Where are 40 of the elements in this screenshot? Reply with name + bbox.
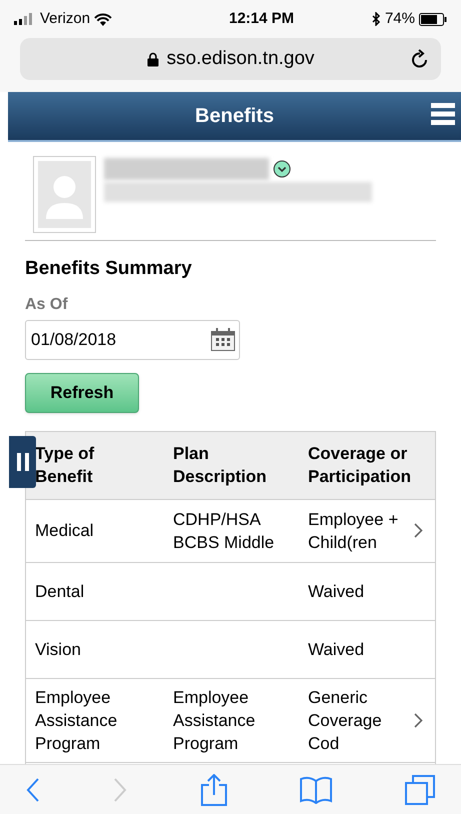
dropdown-icon[interactable]	[273, 160, 291, 178]
table-cell-text: Waived	[308, 638, 364, 660]
field-label: As Of	[25, 294, 68, 314]
url-text: sso.edison.tn.gov	[166, 46, 314, 71]
table-cell-text: CDHP/HSA BCBS Middle	[172, 508, 276, 554]
table-cell-text: Medical	[34, 520, 95, 542]
back-icon[interactable]	[26, 778, 40, 802]
table-row[interactable]: Employee Assistance Program Employee Assistance Program Generic Coverage Cod	[26, 678, 435, 762]
refresh-button[interactable]: Refresh	[25, 372, 139, 412]
chevron-right-icon[interactable]	[414, 523, 423, 538]
table-cell-text: Generic Coverage Cod	[308, 686, 383, 754]
column-header: Type of Benefit	[34, 443, 96, 488]
carrier-name: Verizon	[40, 8, 90, 29]
table-row[interactable]: Medical CDHP/HSA BCBS Middle Employee + Child(ren	[26, 500, 435, 562]
table-cell-text: Employee Assistance Program	[34, 686, 118, 754]
tabs-icon[interactable]	[405, 774, 435, 804]
column-header: Coverage or Participation	[307, 443, 412, 488]
table-cell-text: Dental	[34, 580, 86, 602]
wifi-icon	[94, 12, 112, 26]
status-time: 12:14 PM	[228, 8, 294, 29]
address-bar[interactable]: sso.edison.tn.gov	[20, 38, 441, 80]
battery-percent: 74%	[384, 8, 415, 29]
lock-icon	[146, 52, 159, 66]
table-cell-text: Vision	[34, 638, 82, 660]
section-title: Benefits Summary	[25, 257, 192, 281]
calendar-icon[interactable]	[211, 328, 235, 351]
date-field[interactable]: 01/08/2018	[25, 320, 240, 360]
table-cell-text: Employee + Child(ren	[308, 508, 400, 554]
menu-icon[interactable]	[431, 103, 455, 125]
book-icon[interactable]	[300, 776, 332, 804]
header-title: Benefits	[195, 104, 274, 129]
column-header: Plan Description	[172, 443, 268, 488]
chevron-right-icon[interactable]	[414, 712, 423, 728]
share-icon[interactable]	[200, 774, 226, 806]
reload-icon[interactable]	[411, 49, 429, 69]
table-cell-text: Waived	[308, 580, 364, 602]
pause-tab-icon[interactable]	[9, 436, 36, 488]
bluetooth-icon	[370, 12, 381, 26]
battery-icon	[419, 12, 447, 26]
table-cell-text: Employee Assistance Program	[172, 686, 256, 754]
